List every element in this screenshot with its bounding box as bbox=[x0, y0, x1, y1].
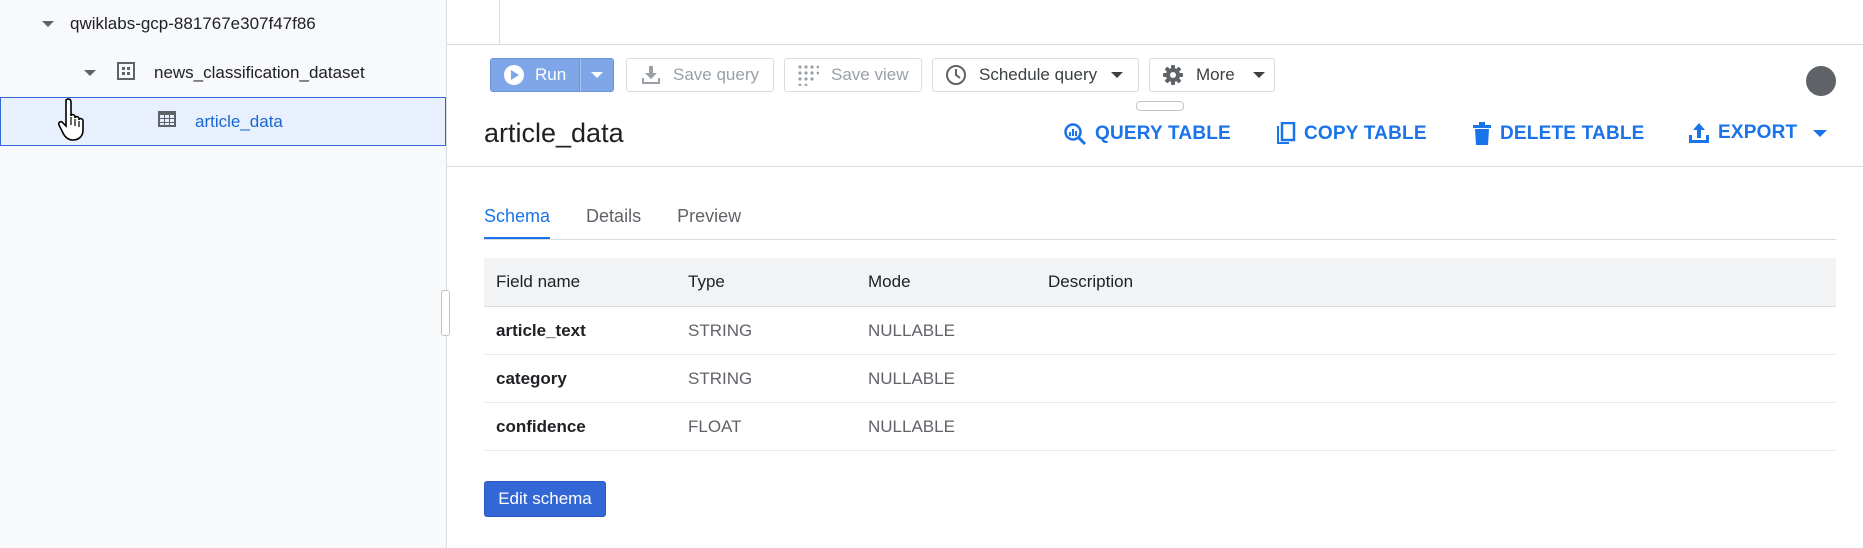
column-header-mode: Mode bbox=[868, 272, 911, 291]
field-mode-cell: NULLABLE bbox=[868, 368, 955, 388]
clock-icon bbox=[946, 65, 966, 85]
chevron-down-icon bbox=[1252, 72, 1265, 78]
gear-icon bbox=[1163, 65, 1183, 85]
more-button[interactable]: More bbox=[1149, 58, 1275, 92]
field-name-cell: article_text bbox=[496, 320, 586, 340]
tab-details[interactable]: Details bbox=[586, 200, 641, 240]
query-table-button[interactable]: QUERY TABLE bbox=[1063, 122, 1231, 146]
editor-resize-handle[interactable] bbox=[1136, 101, 1184, 111]
grid-dots-icon bbox=[798, 65, 819, 86]
run-options-dropdown[interactable] bbox=[580, 58, 614, 92]
explorer-panel: qwiklabs-gcp-881767e307f47f86 news_class… bbox=[0, 0, 447, 548]
tree-item-dataset[interactable]: news_classification_dataset bbox=[0, 49, 446, 97]
field-mode-cell: NULLABLE bbox=[868, 416, 955, 436]
tabs-divider bbox=[484, 239, 1836, 240]
save-view-label: Save view bbox=[831, 65, 909, 84]
save-query-label: Save query bbox=[673, 65, 759, 84]
upload-icon bbox=[1689, 123, 1709, 143]
more-label: More bbox=[1196, 65, 1235, 84]
trash-icon bbox=[1473, 122, 1491, 145]
query-table-label: QUERY TABLE bbox=[1095, 123, 1231, 144]
hand-cursor-icon bbox=[57, 98, 88, 147]
caret-down-icon[interactable] bbox=[84, 70, 96, 76]
table-row: article_text STRING NULLABLE bbox=[484, 307, 1836, 355]
tab-preview[interactable]: Preview bbox=[677, 200, 741, 240]
run-button-group: Run bbox=[490, 58, 614, 92]
edit-schema-button[interactable]: Edit schema bbox=[484, 481, 606, 517]
table-name: article_data bbox=[195, 111, 283, 131]
chevron-down-icon bbox=[1111, 72, 1124, 78]
field-type-cell: FLOAT bbox=[688, 416, 742, 436]
page-title: article_data bbox=[484, 118, 624, 148]
field-name-cell: confidence bbox=[496, 416, 586, 436]
field-type-cell: STRING bbox=[688, 368, 753, 388]
tree-item-project[interactable]: qwiklabs-gcp-881767e307f47f86 bbox=[0, 0, 446, 48]
panel-resize-handle[interactable] bbox=[441, 290, 450, 336]
table-header-row: Field name Type Mode Description bbox=[484, 258, 1836, 307]
play-circle-icon bbox=[504, 65, 524, 85]
tab-separator bbox=[499, 0, 500, 44]
tab-schema[interactable]: Schema bbox=[484, 200, 551, 240]
export-label: EXPORT bbox=[1718, 122, 1798, 143]
caret-down-icon[interactable] bbox=[42, 21, 54, 27]
delete-table-label: DELETE TABLE bbox=[1500, 123, 1645, 144]
schedule-label: Schedule query bbox=[979, 65, 1098, 84]
save-view-button[interactable]: Save view bbox=[784, 58, 922, 92]
dataset-name: news_classification_dataset bbox=[154, 63, 365, 82]
export-button[interactable]: EXPORT bbox=[1688, 122, 1828, 144]
chevron-down-icon bbox=[591, 72, 603, 78]
chevron-down-icon[interactable] bbox=[1813, 129, 1828, 137]
dataset-icon bbox=[116, 61, 136, 86]
header-divider bbox=[447, 166, 1863, 167]
table-row: category STRING NULLABLE bbox=[484, 355, 1836, 403]
column-header-field-name: Field name bbox=[496, 272, 581, 291]
run-label: Run bbox=[535, 65, 567, 84]
field-mode-cell: NULLABLE bbox=[868, 320, 955, 340]
copy-icon bbox=[1277, 122, 1296, 144]
copy-table-label: COPY TABLE bbox=[1304, 123, 1427, 144]
project-name: qwiklabs-gcp-881767e307f47f86 bbox=[70, 14, 316, 33]
avatar[interactable] bbox=[1806, 66, 1836, 96]
copy-table-button[interactable]: COPY TABLE bbox=[1274, 122, 1427, 146]
field-type-cell: STRING bbox=[688, 320, 753, 340]
column-header-type: Type bbox=[688, 272, 725, 291]
table-tabs: Schema Details Preview bbox=[484, 200, 777, 240]
editor-tab-strip bbox=[447, 0, 1863, 45]
schedule-query-button[interactable]: Schedule query bbox=[932, 58, 1139, 92]
column-header-description: Description bbox=[1048, 272, 1134, 291]
schema-table: Field name Type Mode Description article… bbox=[484, 258, 1836, 451]
query-search-icon bbox=[1064, 123, 1087, 146]
table-icon bbox=[157, 109, 177, 134]
delete-table-button[interactable]: DELETE TABLE bbox=[1472, 122, 1645, 146]
table-row: confidence FLOAT NULLABLE bbox=[484, 403, 1836, 451]
field-name-cell: category bbox=[496, 368, 567, 388]
save-query-button[interactable]: Save query bbox=[626, 58, 774, 92]
download-icon bbox=[642, 66, 660, 84]
query-toolbar: Run Save query Save view Schedule query … bbox=[490, 57, 1285, 93]
run-button[interactable]: Run bbox=[490, 58, 580, 92]
